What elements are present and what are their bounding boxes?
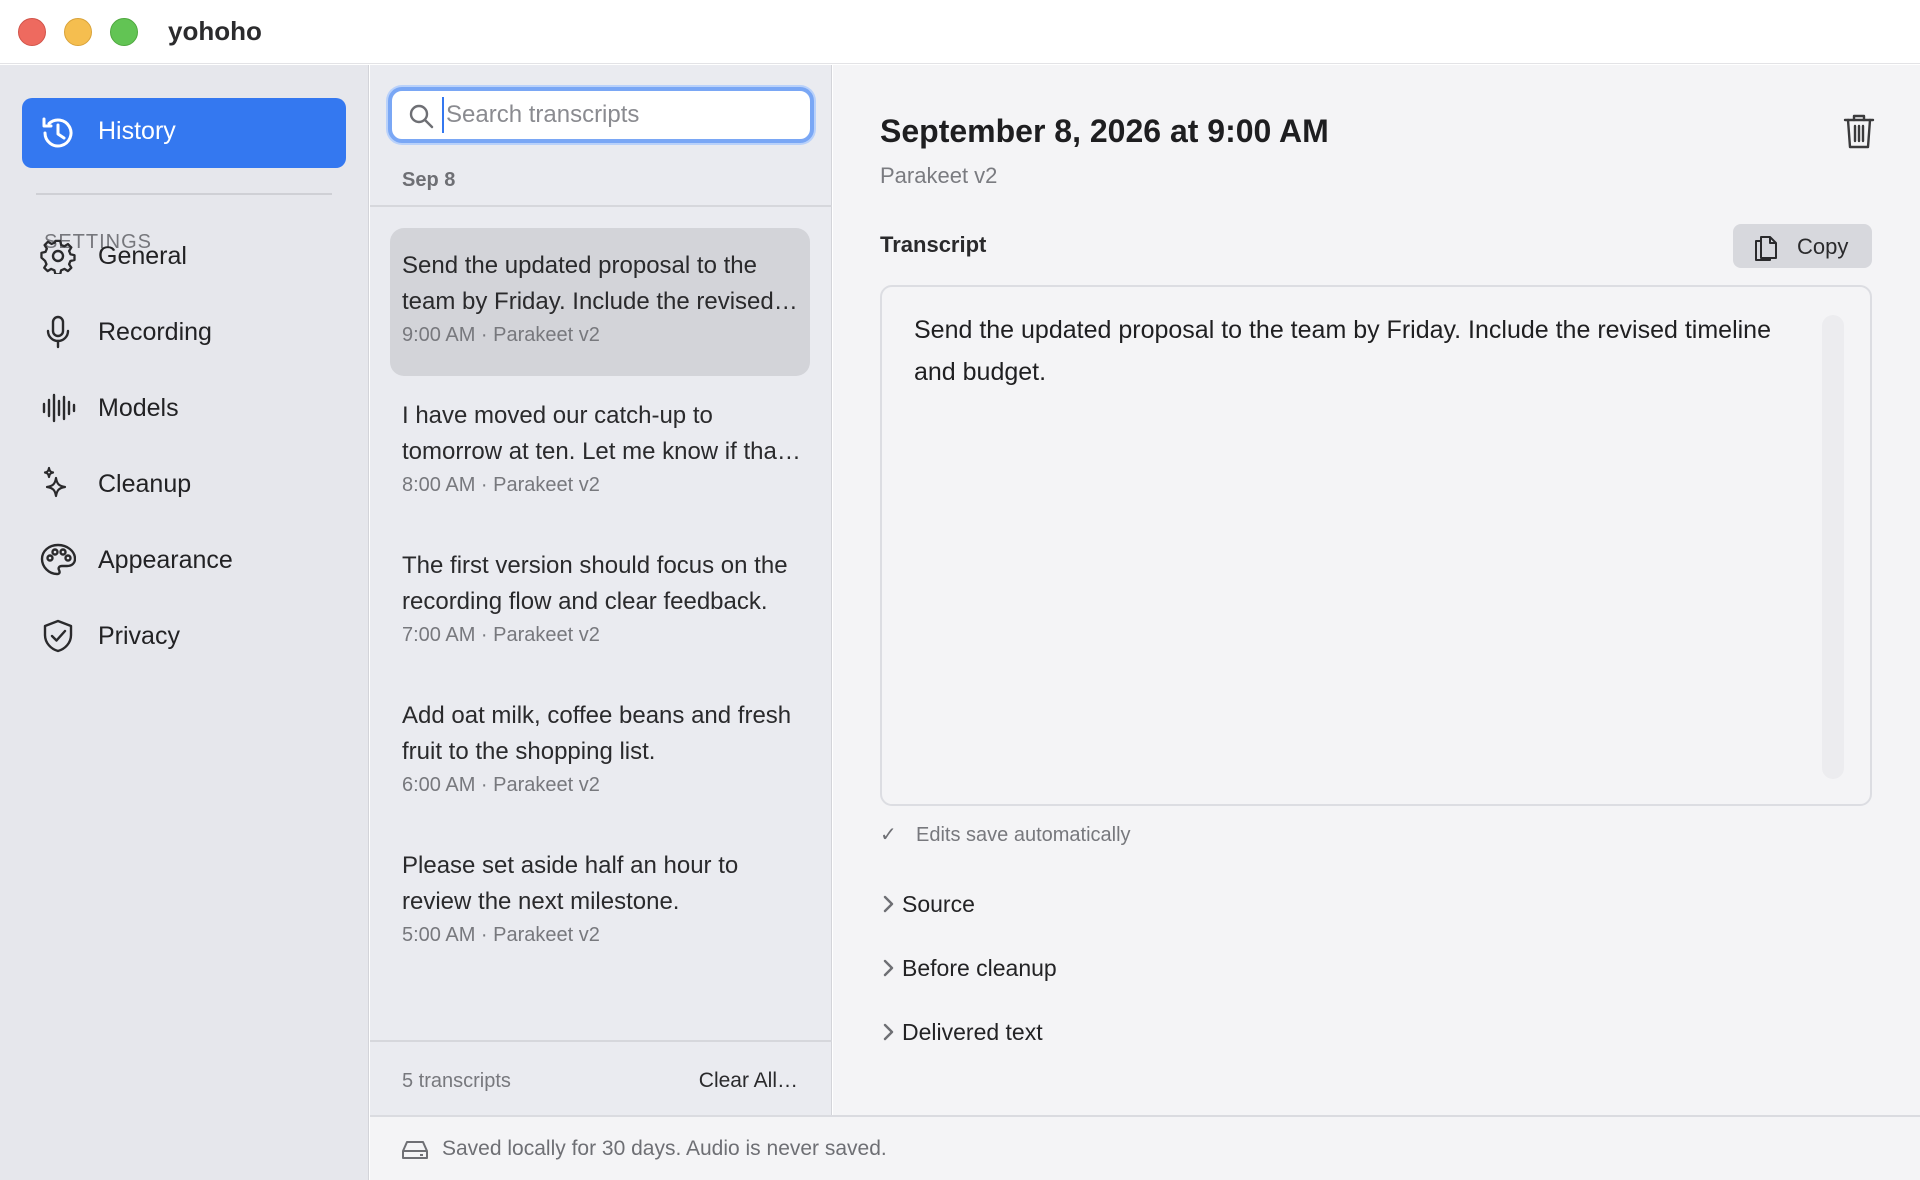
transcript-section-title: Transcript: [880, 232, 987, 257]
sidebar-item-privacy[interactable]: Privacy: [22, 605, 346, 667]
source-disclosure[interactable]: Source: [880, 885, 1180, 925]
delivered-text-disclosure[interactable]: Delivered text: [880, 1013, 1180, 1053]
search-icon: [409, 104, 434, 129]
list-item-text: Send the updated proposal to the team by…: [402, 252, 774, 315]
chevron-right-icon: [883, 1023, 894, 1041]
sidebar-item-cleanup[interactable]: Cleanup: [22, 453, 346, 515]
history-icon: [42, 117, 73, 148]
storage-note: Saved locally for 30 days. Audio is neve…: [442, 1137, 887, 1160]
list-item-text: The first version should focus on the re…: [402, 552, 788, 615]
window-zoom-button[interactable]: [110, 18, 138, 46]
list-item-meta: 5:00 AM · Parakeet v2: [402, 924, 600, 946]
list-item[interactable]: Add oat milk, coffee beans and fresh fru…: [390, 678, 810, 826]
list-item-text: Please set aside half an hour to review …: [402, 852, 739, 915]
transcript-title: September 8, 2026 at 9:00 AM: [880, 113, 1329, 149]
window-title: yohoho: [168, 16, 262, 46]
disclosure-label: Before cleanup: [902, 955, 1057, 981]
storage-drive-icon: [402, 1141, 428, 1159]
transcript-text[interactable]: Send the updated proposal to the team by…: [914, 309, 1814, 393]
list-item-meta: 8:00 AM · Parakeet v2: [402, 474, 600, 496]
sidebar-item-models[interactable]: Models: [22, 377, 346, 439]
list-item-meta: 9:00 AM · Parakeet v2: [402, 324, 600, 346]
disclosure-label: Source: [902, 891, 975, 917]
disclosure-label: Delivered text: [902, 1019, 1043, 1045]
list-footer: 5 transcripts Clear All…: [370, 1040, 832, 1115]
list-item-meta: 7:00 AM · Parakeet v2: [402, 624, 600, 646]
search-field[interactable]: [388, 87, 814, 143]
sidebar-item-label: Recording: [98, 318, 212, 346]
clear-all-button[interactable]: Clear All…: [699, 1069, 798, 1093]
sidebar-item-label: History: [98, 117, 176, 145]
gear-icon: [40, 239, 76, 274]
search-input[interactable]: [442, 97, 802, 133]
list-item[interactable]: The first version should focus on the re…: [390, 528, 810, 676]
sidebar: History SETTINGS General Recording Model…: [0, 65, 369, 1180]
sidebar-item-label: Cleanup: [98, 470, 192, 498]
copy-icon: [1755, 236, 1777, 261]
sidebar-item-general[interactable]: General: [22, 225, 346, 287]
chevron-right-icon: [883, 959, 894, 977]
list-item-meta: 6:00 AM · Parakeet v2: [402, 774, 600, 796]
list-item[interactable]: Please set aside half an hour to review …: [390, 828, 810, 976]
transcript-model: Parakeet v2: [880, 163, 998, 188]
list-item-text: Add oat milk, coffee beans and fresh fru…: [402, 702, 792, 765]
shield-check-icon: [43, 619, 73, 653]
autosave-note: ✓ Edits save automatically: [880, 822, 1131, 847]
date-group-header: Sep 8: [370, 153, 832, 207]
window-close-button[interactable]: [18, 18, 46, 46]
title-bar: yohoho: [0, 0, 1920, 64]
sidebar-item-appearance[interactable]: Appearance: [22, 529, 346, 591]
editor-scrollbar[interactable]: [1822, 315, 1844, 779]
sidebar-item-recording[interactable]: Recording: [22, 301, 346, 363]
waveform-icon: [42, 393, 76, 423]
sidebar-item-history[interactable]: History: [22, 98, 346, 168]
transcript-count: 5 transcripts: [402, 1070, 511, 1092]
list-item-text: I have moved our catch-up to tomorrow at…: [402, 402, 784, 465]
checkmark-icon: ✓: [880, 824, 897, 846]
sidebar-item-label: Privacy: [98, 622, 180, 650]
sidebar-item-label: General: [98, 242, 187, 270]
palette-icon: [40, 543, 76, 576]
list-item[interactable]: I have moved our catch-up to tomorrow at…: [390, 378, 810, 526]
date-group-label: Sep 8: [402, 169, 456, 191]
sparkles-icon: [43, 466, 67, 498]
chevron-right-icon: [883, 895, 894, 913]
copy-button[interactable]: Copy: [1733, 224, 1872, 268]
sidebar-item-label: Appearance: [98, 546, 233, 574]
transcript-detail-pane: September 8, 2026 at 9:00 AM Parakeet v2…: [833, 65, 1920, 1115]
before-cleanup-disclosure[interactable]: Before cleanup: [880, 949, 1180, 989]
sidebar-item-label: Models: [98, 394, 179, 422]
copy-button-label: Copy: [1797, 234, 1849, 259]
autosave-note-text: Edits save automatically: [916, 824, 1131, 846]
microphone-icon: [46, 315, 70, 349]
status-footer: Saved locally for 30 days. Audio is neve…: [370, 1115, 1920, 1180]
trash-icon[interactable]: [1841, 111, 1877, 151]
transcript-editor[interactable]: Send the updated proposal to the team by…: [880, 285, 1872, 806]
window-minimize-button[interactable]: [64, 18, 92, 46]
sidebar-divider: [36, 193, 332, 195]
list-item[interactable]: Send the updated proposal to the team by…: [390, 228, 810, 376]
transcript-list-pane: Sep 8 Send the updated proposal to the t…: [370, 65, 832, 1115]
